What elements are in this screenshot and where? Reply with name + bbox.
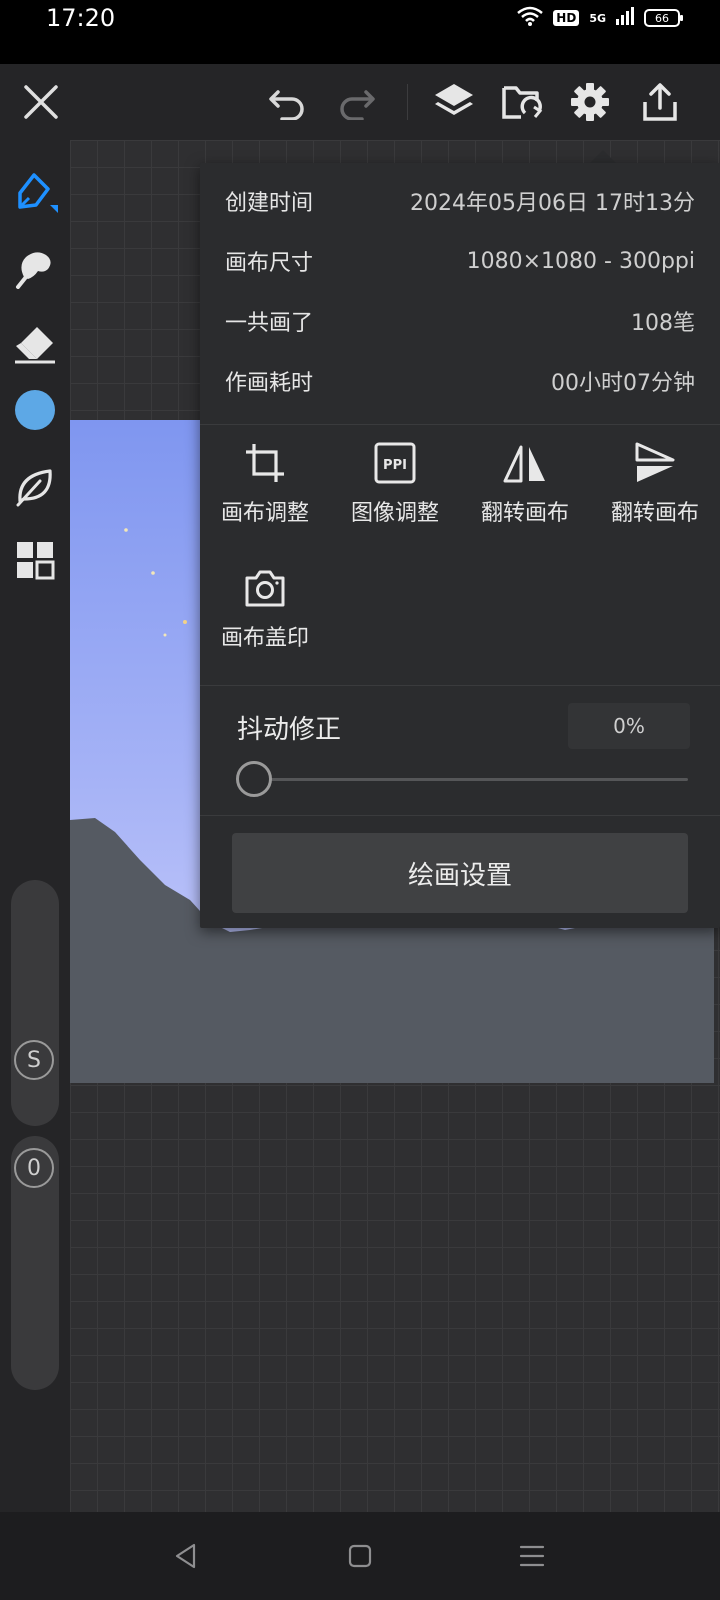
info-row-canvas-size: 画布尺寸 1080×1080 - 300ppi (225, 241, 695, 281)
flip-vertical-icon (590, 433, 720, 493)
info-value: 00小时07分钟 (551, 371, 695, 396)
panel-caret (590, 150, 616, 163)
action-label: 画布盖印 (220, 626, 309, 651)
canvas-adjust-button[interactable]: 画布调整 (200, 433, 330, 527)
leaf-icon[interactable] (11, 462, 59, 510)
system-nav-bar (0, 1512, 720, 1600)
home-square-icon[interactable] (336, 1532, 384, 1580)
drawing-settings-button[interactable]: 绘画设置 (232, 833, 688, 913)
camera-icon (200, 558, 330, 618)
svg-text:PPI: PPI (383, 458, 407, 473)
action-label: 图像调整 (350, 501, 439, 526)
brush-size-knob[interactable]: S (14, 1040, 54, 1080)
image-adjust-button[interactable]: PPI 图像调整 (330, 433, 460, 527)
info-label: 创建时间 (225, 191, 314, 216)
info-value: 1080×1080 - 300ppi (466, 248, 695, 274)
toolbar-divider (407, 84, 408, 120)
flip-horizontal-button[interactable]: 翻转画布 (460, 433, 590, 527)
folder-import-icon[interactable] (498, 78, 546, 126)
network-type: 5G (589, 11, 606, 25)
jitter-correction-value[interactable]: 0% (568, 703, 690, 749)
info-label: 一共画了 (225, 311, 314, 336)
status-icons: HD 5G 66 (517, 6, 683, 30)
brush-size-slider[interactable] (11, 880, 59, 1126)
undo-icon[interactable] (264, 78, 312, 126)
action-label: 翻转画布 (480, 501, 569, 526)
opacity-knob[interactable]: 0 (14, 1148, 54, 1188)
canvas-stamp-button[interactable]: 画布盖印 (200, 558, 330, 652)
eraser-icon[interactable] (11, 320, 59, 368)
jitter-correction-slider[interactable] (252, 778, 688, 781)
layers-icon[interactable] (430, 78, 478, 126)
jitter-correction-label: 抖动修正 (237, 715, 342, 745)
battery-indicator: 66 (644, 9, 683, 27)
left-toolbar: S 0 (0, 140, 70, 1512)
signal-icon (616, 7, 634, 29)
gear-icon[interactable] (566, 78, 614, 126)
info-value: 108笔 (631, 311, 695, 336)
color-swatch[interactable] (11, 386, 59, 434)
flip-horizontal-icon (460, 433, 590, 493)
jitter-slider-thumb[interactable] (236, 761, 272, 797)
hd-badge: HD (553, 10, 580, 26)
action-label: 翻转画布 (610, 501, 699, 526)
status-bar: 17:20 HD 5G 66 (0, 0, 720, 64)
canvas-settings-panel: 创建时间 2024年05月06日 17时13分 画布尺寸 1080×1080 -… (200, 163, 720, 928)
smudge-icon[interactable] (11, 244, 59, 292)
divider (200, 815, 720, 816)
divider (200, 424, 720, 425)
top-toolbar (0, 64, 720, 140)
info-row-time-spent: 作画耗时 00小时07分钟 (225, 361, 695, 401)
divider (200, 685, 720, 686)
current-color-dot (15, 390, 55, 430)
crop-icon (200, 433, 330, 493)
info-row-strokes: 一共画了 108笔 (225, 301, 695, 341)
action-label: 画布调整 (220, 501, 309, 526)
info-row-created: 创建时间 2024年05月06日 17时13分 (225, 181, 695, 221)
brush-icon[interactable] (11, 168, 59, 216)
info-value: 2024年05月06日 17时13分 (410, 191, 695, 216)
info-label: 画布尺寸 (225, 251, 314, 276)
grid-icon[interactable] (11, 536, 59, 584)
back-triangle-icon[interactable] (162, 1532, 210, 1580)
ppi-icon: PPI (330, 433, 460, 493)
flip-vertical-button[interactable]: 翻转画布 (590, 433, 720, 527)
close-icon[interactable] (17, 78, 65, 126)
wifi-icon (517, 6, 544, 30)
share-icon[interactable] (636, 78, 684, 126)
redo-icon[interactable] (332, 78, 380, 126)
info-label: 作画耗时 (225, 371, 314, 396)
status-time: 17:20 (46, 4, 116, 32)
menu-lines-icon[interactable] (508, 1532, 556, 1580)
